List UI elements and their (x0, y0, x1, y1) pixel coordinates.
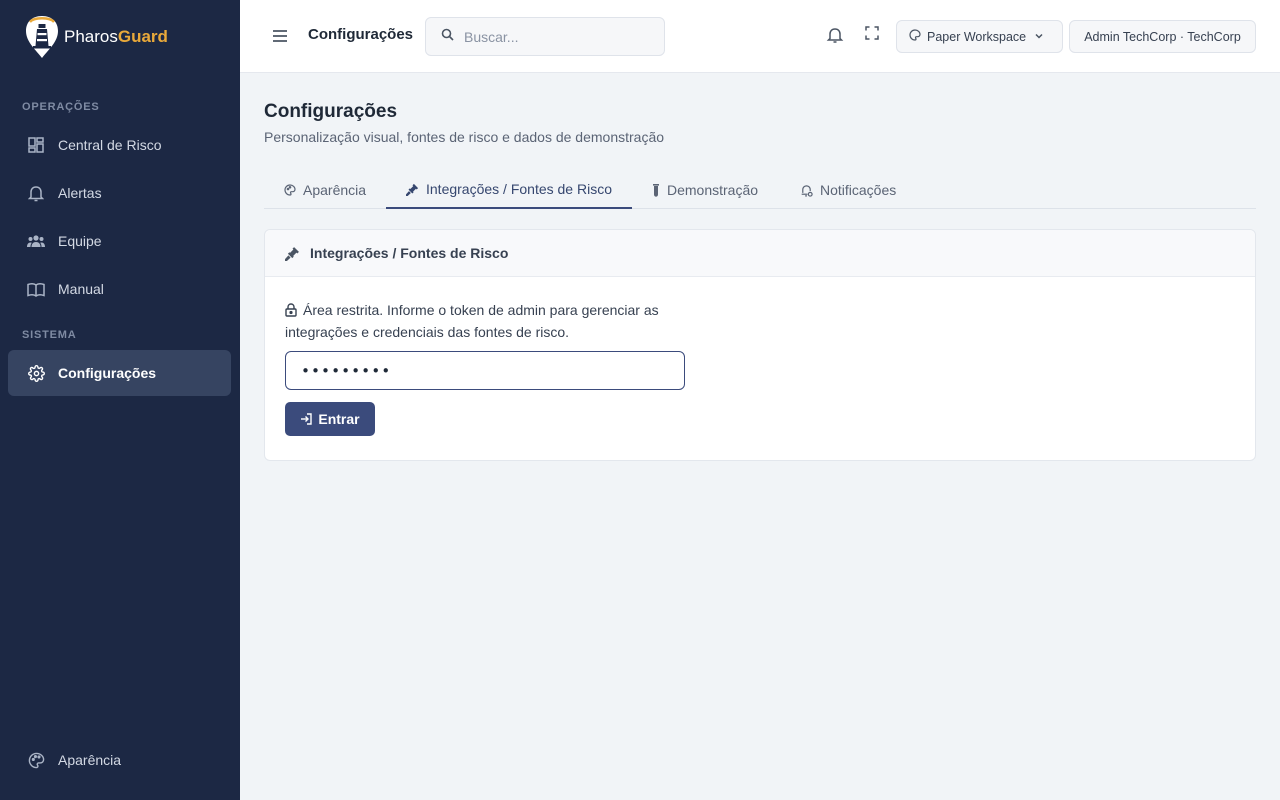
workspace-selector[interactable]: Paper Workspace (896, 20, 1063, 53)
sidebar: PharosGuard OPERAÇÕES Central de Risco A… (0, 0, 240, 800)
sidebar-item-central-de-risco[interactable]: Central de Risco (8, 122, 231, 168)
sidebar-item-label: Aparência (58, 752, 122, 768)
search-input[interactable] (464, 28, 654, 45)
sidebar-section-operations: OPERAÇÕES (22, 101, 100, 113)
tab-label: Notificações (820, 182, 897, 198)
admin-token-input[interactable] (285, 351, 685, 390)
lock-icon (285, 302, 297, 322)
search-icon (441, 28, 454, 46)
team-icon (27, 232, 45, 250)
dashboard-icon (27, 136, 45, 154)
tab-demonstracao[interactable]: Demonstração (632, 171, 778, 209)
test-tube-icon (652, 183, 660, 197)
sidebar-item-label: Alertas (58, 185, 102, 201)
integrations-card: Integrações / Fontes de Risco Área restr… (264, 229, 1256, 461)
brand-name: PharosGuard (64, 27, 168, 46)
palette-icon (909, 29, 921, 44)
tab-label: Aparência (303, 182, 367, 198)
sidebar-item-configuracoes[interactable]: Configurações (8, 350, 231, 396)
card-title: Integrações / Fontes de Risco (310, 245, 509, 261)
fullscreen-icon[interactable] (865, 26, 885, 46)
bell-gear-icon (800, 184, 813, 197)
brand-logo[interactable]: PharosGuard (24, 14, 168, 60)
search-box[interactable] (425, 17, 665, 56)
card-header: Integrações / Fontes de Risco (265, 230, 1255, 277)
top-header: Configurações Paper Workspace Admin Tech… (240, 0, 1280, 73)
palette-icon (284, 184, 296, 196)
workspace-label: Paper Workspace (927, 29, 1027, 44)
header-title: Configurações (308, 26, 414, 43)
restricted-notice: Área restrita. Informe o token de admin … (285, 300, 685, 342)
palette-icon (27, 751, 45, 769)
sidebar-item-label: Central de Risco (58, 137, 162, 153)
tab-label: Demonstração (667, 182, 759, 198)
sidebar-item-label: Configurações (58, 365, 157, 381)
tab-label: Integrações / Fontes de Risco (426, 181, 612, 197)
sidebar-item-equipe[interactable]: Equipe (8, 218, 231, 264)
gear-icon (27, 364, 45, 382)
hamburger-menu-icon[interactable] (270, 26, 290, 46)
plug-icon (406, 183, 419, 196)
restricted-notice-text: Área restrita. Informe o token de admin … (285, 302, 659, 340)
login-icon (300, 413, 313, 425)
sidebar-item-label: Equipe (58, 233, 102, 249)
book-icon (27, 280, 45, 298)
chevron-down-icon (1034, 30, 1044, 44)
enter-button[interactable]: Entrar (285, 402, 375, 436)
page-subtitle: Personalização visual, fontes de risco e… (264, 129, 665, 145)
tab-aparencia[interactable]: Aparência (264, 171, 386, 209)
sidebar-item-aparencia[interactable]: Aparência (8, 737, 231, 783)
enter-button-label: Entrar (318, 411, 360, 427)
sidebar-item-manual[interactable]: Manual (8, 266, 231, 312)
plug-icon (285, 246, 300, 261)
page-title: Configurações (264, 101, 398, 122)
lighthouse-shield-icon (26, 16, 58, 58)
user-menu-button[interactable]: Admin TechCorp · TechCorp (1069, 20, 1256, 53)
sidebar-item-alertas[interactable]: Alertas (8, 170, 231, 216)
sidebar-section-system: SISTEMA (22, 329, 77, 341)
settings-tabs: Aparência Integrações / Fontes de Risco … (264, 171, 1256, 209)
tab-notificacoes[interactable]: Notificações (780, 171, 916, 209)
sidebar-item-label: Manual (58, 281, 104, 297)
tab-integracoes[interactable]: Integrações / Fontes de Risco (386, 171, 632, 209)
bell-icon (27, 184, 45, 202)
notifications-bell-icon[interactable] (826, 26, 846, 46)
